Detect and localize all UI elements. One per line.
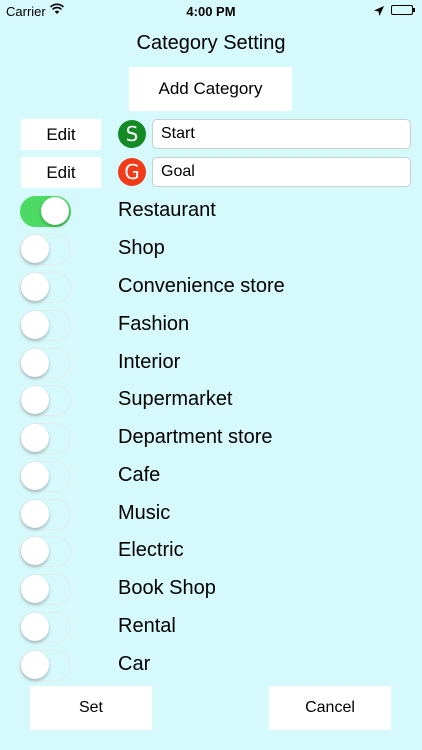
toggle-department-store[interactable] [20, 423, 71, 454]
toggle-fashion[interactable] [20, 310, 71, 341]
cancel-button[interactable]: Cancel [269, 686, 391, 730]
toggle-book-shop[interactable] [20, 574, 71, 605]
category-label: Restaurant [118, 199, 216, 221]
toggle-interior[interactable] [20, 348, 71, 379]
category-row-car: Car [0, 648, 422, 684]
location-arrow-icon [374, 4, 384, 19]
toggle-knob [21, 462, 49, 490]
category-label: Cafe [118, 464, 161, 486]
goal-field[interactable]: Goal [152, 157, 411, 187]
category-label: Rental [118, 615, 176, 637]
toggle-knob [21, 273, 49, 301]
edit-goal-button[interactable]: Edit [21, 157, 101, 188]
toggle-knob [21, 349, 49, 377]
toggle-supermarket[interactable] [20, 385, 71, 416]
toggle-knob [21, 235, 49, 263]
category-row-cafe: Cafe [0, 459, 422, 495]
toggle-knob [21, 311, 49, 339]
category-row-fashion: Fashion [0, 308, 422, 344]
toggle-shop[interactable] [20, 234, 71, 265]
category-label: Department store [118, 426, 273, 448]
category-row-music: Music [0, 497, 422, 533]
toggle-knob [21, 537, 49, 565]
battery-icon [391, 5, 415, 15]
toggle-knob [21, 386, 49, 414]
start-badge-icon: S [118, 120, 146, 148]
category-row-rental: Rental [0, 610, 422, 646]
toggle-rental[interactable] [20, 612, 71, 643]
toggle-knob [21, 500, 49, 528]
category-row-interior: Interior [0, 346, 422, 382]
category-row-convenience-store: Convenience store [0, 270, 422, 306]
category-label: Supermarket [118, 388, 233, 410]
toggle-electric[interactable] [20, 536, 71, 567]
category-row-department-store: Department store [0, 421, 422, 457]
toggle-knob [21, 424, 49, 452]
toggle-car[interactable] [20, 650, 71, 681]
category-row-supermarket: Supermarket [0, 383, 422, 419]
category-row-restaurant: Restaurant [0, 194, 422, 230]
category-label: Music [118, 502, 171, 524]
category-label: Car [118, 653, 151, 675]
toggle-music[interactable] [20, 499, 71, 530]
toggle-knob [21, 575, 49, 603]
goal-badge-icon: G [118, 158, 146, 186]
toggle-restaurant[interactable] [20, 196, 71, 227]
category-label: Fashion [118, 313, 190, 335]
edit-start-button[interactable]: Edit [21, 119, 101, 150]
category-label: Interior [118, 351, 181, 373]
start-field[interactable]: Start [152, 119, 411, 149]
category-label: Electric [118, 539, 184, 561]
toggle-knob [41, 197, 69, 225]
toggle-knob [21, 613, 49, 641]
status-bar: Carrier 4:00 PM [0, 0, 422, 22]
set-button[interactable]: Set [30, 686, 152, 730]
category-row-book-shop: Book Shop [0, 572, 422, 608]
category-row-shop: Shop [0, 232, 422, 268]
add-category-button[interactable]: Add Category [129, 67, 292, 111]
toggle-knob [21, 651, 49, 679]
category-label: Book Shop [118, 577, 216, 599]
category-label: Shop [118, 237, 165, 259]
page-title: Category Setting [136, 32, 286, 54]
category-row-electric: Electric [0, 534, 422, 570]
toggle-convenience-store[interactable] [20, 272, 71, 303]
toggle-cafe[interactable] [20, 461, 71, 492]
category-label: Convenience store [118, 275, 285, 297]
status-time: 4:00 PM [186, 4, 236, 19]
